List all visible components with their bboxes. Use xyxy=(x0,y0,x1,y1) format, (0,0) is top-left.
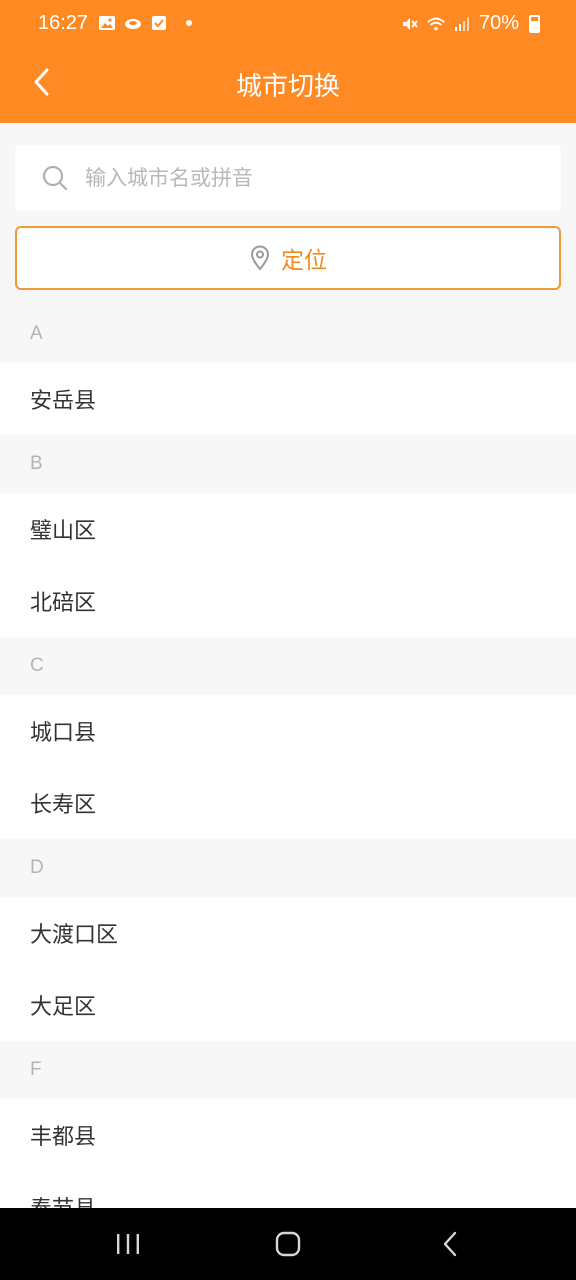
search-box xyxy=(15,145,561,211)
section-header-d: D xyxy=(0,839,576,897)
section-header-c: C xyxy=(0,637,576,695)
system-nav-bar xyxy=(0,1208,576,1280)
city-item[interactable]: 北碚区 xyxy=(0,565,576,637)
recent-apps-icon xyxy=(117,1234,139,1254)
mute-icon xyxy=(402,17,418,30)
home-button[interactable] xyxy=(266,1226,310,1262)
notification-icons xyxy=(98,14,192,32)
city-item[interactable]: 安岳县 xyxy=(0,363,576,435)
location-pin-icon xyxy=(250,245,270,271)
section-header-f: F xyxy=(0,1041,576,1099)
status-right: 70% xyxy=(401,12,540,35)
battery-percent: 70% xyxy=(478,12,519,34)
city-item[interactable]: 奉节县 xyxy=(0,1171,576,1208)
city-item[interactable]: 城口县 xyxy=(0,695,576,767)
home-icon xyxy=(275,1231,301,1257)
section-header-b: B xyxy=(0,435,576,493)
section-header-a: A xyxy=(0,305,576,363)
locate-button[interactable]: 定位 xyxy=(15,226,561,290)
cloud-icon xyxy=(125,19,141,29)
city-item[interactable]: 大渡口区 xyxy=(0,897,576,969)
signal-icon xyxy=(454,16,469,31)
locate-label: 定位 xyxy=(281,248,327,274)
city-selector-content: 定位 A安岳县B璧山区北碚区C城口县长寿区D大渡口区大足区F丰都县奉节县 xyxy=(0,123,576,1208)
city-item[interactable]: 长寿区 xyxy=(0,767,576,839)
more-notifications-dot xyxy=(186,20,192,26)
status-bar: 16:27 70% xyxy=(0,0,576,48)
page-title: 城市切换 xyxy=(235,72,340,102)
gallery-icon xyxy=(99,16,115,30)
status-time: 16:27 xyxy=(38,12,89,34)
city-item[interactable]: 璧山区 xyxy=(0,493,576,565)
recent-apps-button[interactable] xyxy=(106,1226,150,1262)
back-arrow-icon xyxy=(443,1231,457,1257)
search-input[interactable] xyxy=(85,145,545,211)
battery-icon xyxy=(529,14,540,33)
title-bar: 城市切换 xyxy=(0,48,576,123)
city-item[interactable]: 丰都县 xyxy=(0,1099,576,1171)
city-item[interactable]: 大足区 xyxy=(0,969,576,1041)
system-back-button[interactable] xyxy=(428,1226,472,1262)
app-header: 16:27 70% 城市切换 xyxy=(0,0,576,123)
wifi-icon xyxy=(427,17,445,30)
city-list: A安岳县B璧山区北碚区C城口县长寿区D大渡口区大足区F丰都县奉节县 xyxy=(0,305,576,1208)
task-check-icon xyxy=(152,16,166,30)
search-icon xyxy=(42,165,68,191)
